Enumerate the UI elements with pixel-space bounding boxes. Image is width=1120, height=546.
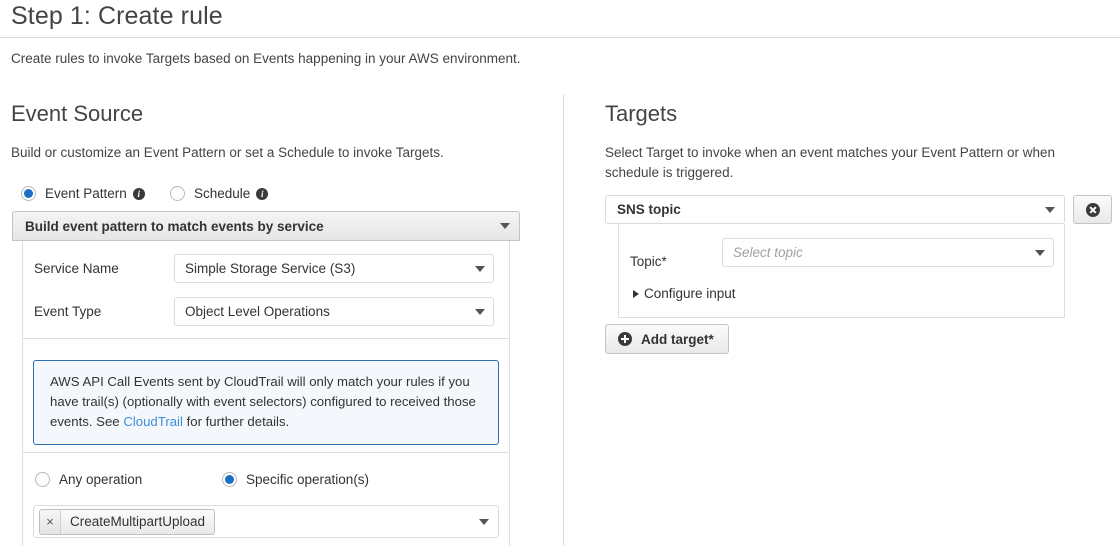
info-icon-schedule[interactable]: i (256, 187, 269, 200)
configure-input-toggle[interactable]: Configure input (633, 286, 736, 301)
chevron-down-icon (500, 223, 510, 229)
radio-specific-operations-control[interactable] (222, 472, 237, 487)
event-source-description: Build or customize an Event Pattern or s… (11, 145, 444, 160)
configure-input-label: Configure input (644, 286, 736, 301)
targets-heading: Targets (605, 101, 678, 126)
service-name-label: Service Name (34, 261, 119, 276)
column-divider (563, 94, 564, 546)
event-type-select[interactable]: Object Level Operations (174, 297, 494, 326)
panel-separator (22, 452, 510, 453)
target-type-select[interactable]: SNS topic (605, 195, 1065, 224)
add-target-button[interactable]: Add target* (605, 324, 729, 354)
service-name-value: Simple Storage Service (S3) (185, 261, 356, 276)
remove-circle-icon (1085, 202, 1100, 217)
radio-specific-operations[interactable]: Specific operation(s) (222, 472, 369, 487)
radio-event-pattern-label: Event Pattern (45, 186, 127, 201)
chevron-down-icon (1045, 206, 1055, 213)
title-divider (0, 37, 1120, 38)
cloudtrail-link[interactable]: CloudTrail (123, 414, 183, 429)
chevron-down-icon (475, 308, 485, 315)
operations-token-select[interactable]: × CreateMultipartUpload (33, 505, 499, 538)
event-pattern-mode-label: Build event pattern to match events by s… (25, 218, 324, 234)
radio-schedule-control[interactable] (170, 186, 185, 201)
panel-separator (22, 338, 510, 339)
topic-value: Select topic (733, 245, 803, 260)
targets-description: Select Target to invoke when an event ma… (605, 145, 1056, 180)
info-icon-event-pattern[interactable]: i (132, 187, 145, 200)
page-subtitle: Create rules to invoke Targets based on … (11, 51, 521, 66)
event-pattern-mode-select[interactable]: Build event pattern to match events by s… (12, 211, 520, 241)
topic-label: Topic* (630, 254, 667, 269)
add-target-label: Add target* (641, 331, 714, 347)
operation-chip-label: CreateMultipartUpload (70, 514, 206, 529)
chevron-down-icon (479, 518, 489, 525)
radio-event-pattern[interactable]: Event Pattern i (21, 186, 145, 201)
plus-circle-icon (618, 332, 632, 346)
callout-text-after: for further details. (182, 414, 290, 429)
event-type-value: Object Level Operations (185, 304, 330, 319)
radio-event-pattern-control[interactable] (21, 186, 36, 201)
radio-schedule[interactable]: Schedule i (170, 186, 269, 201)
radio-specific-operations-label: Specific operation(s) (246, 472, 370, 487)
field-service-name: Service Name Simple Storage Service (S3) (34, 254, 494, 283)
radio-any-operation[interactable]: Any operation (35, 472, 142, 487)
service-name-select[interactable]: Simple Storage Service (S3) (174, 254, 494, 283)
radio-any-operation-control[interactable] (35, 472, 50, 487)
chevron-down-icon (1035, 249, 1045, 256)
topic-select[interactable]: Select topic (722, 238, 1054, 267)
page-title: Step 1: Create rule (11, 2, 223, 30)
event-type-label: Event Type (34, 304, 102, 319)
operation-chip[interactable]: × CreateMultipartUpload (39, 508, 216, 535)
cloudtrail-info-callout: AWS API Call Events sent by CloudTrail w… (33, 360, 499, 445)
remove-chip-icon[interactable]: × (40, 509, 61, 534)
remove-target-button[interactable] (1073, 195, 1112, 224)
target-type-value: SNS topic (617, 202, 681, 217)
event-source-heading: Event Source (11, 101, 144, 126)
radio-schedule-label: Schedule (194, 186, 251, 201)
chevron-down-icon (475, 265, 485, 272)
field-event-type: Event Type Object Level Operations (34, 297, 494, 326)
disclosure-triangle-icon (633, 289, 639, 298)
radio-any-operation-label: Any operation (59, 472, 143, 487)
